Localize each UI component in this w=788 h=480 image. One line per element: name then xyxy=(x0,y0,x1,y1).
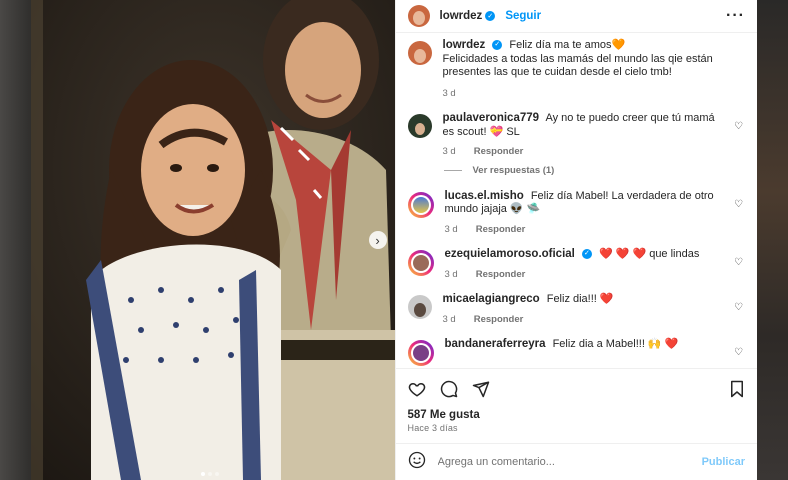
caption-meta: 3 d xyxy=(443,87,728,101)
comment-meta: 3 d Responder xyxy=(443,145,728,159)
comment-icon[interactable] xyxy=(440,380,458,398)
comment-item: bandaneraferreyra Feliz dia a Mabel!!! 🙌… xyxy=(407,338,746,366)
comment-username[interactable]: ezequielamoroso.oficial xyxy=(445,248,575,260)
carousel-dot xyxy=(208,472,212,476)
reply-button[interactable]: Responder xyxy=(476,268,526,282)
post-photo-image xyxy=(31,0,395,480)
posted-ago: Hace 3 días xyxy=(407,423,458,433)
caption-line-2: Felicidades a todas las mamás del mundo … xyxy=(442,52,713,79)
background-right xyxy=(756,0,788,480)
view-replies-button[interactable]: Ver respuestas (1) xyxy=(443,164,746,176)
author-avatar[interactable] xyxy=(407,41,432,65)
verified-icon: ✓ xyxy=(492,40,503,51)
post-modal: › lowrdez ✓ Seguir ··· lowrdez ✓ Feliz d… xyxy=(31,0,757,480)
caption-line-1: Feliz día ma te amos🧡 xyxy=(509,39,626,51)
replies-divider xyxy=(443,169,462,171)
carousel-indicator xyxy=(201,472,219,476)
caption-time: 3 d xyxy=(442,87,456,99)
caption: lowrdez ✓ Feliz día ma te amos🧡 Felicidad… xyxy=(407,39,746,100)
post-header: lowrdez ✓ Seguir ··· xyxy=(395,0,757,33)
comment-item: lucas.el.misho Feliz día Mabel! La verda… xyxy=(407,190,746,237)
author-username[interactable]: lowrdez xyxy=(440,10,483,22)
comment-body: bandaneraferreyra Feliz dia a Mabel!!! 🙌… xyxy=(445,338,746,352)
comment-like-heart-icon[interactable]: ♡ xyxy=(734,257,743,268)
comment-input[interactable] xyxy=(435,455,702,469)
comment-like-heart-icon[interactable]: ♡ xyxy=(734,199,743,210)
comment-text: Feliz dia!!! ❤️ xyxy=(546,293,614,305)
avatar[interactable] xyxy=(407,114,432,138)
comments-list[interactable]: lowrdez ✓ Feliz día ma te amos🧡 Felicidad… xyxy=(396,33,758,368)
comment-time: 3 d xyxy=(444,268,458,280)
reply-button[interactable]: Responder xyxy=(474,145,524,159)
action-bar xyxy=(395,368,757,409)
post-sidebar: lowrdez ✓ Seguir ··· lowrdez ✓ Feliz día … xyxy=(394,0,758,480)
comment-body: lucas.el.misho Feliz día Mabel! La verda… xyxy=(445,190,746,237)
likes-count[interactable]: 587 Me gusta xyxy=(396,409,758,421)
comment-body: ezequielamoroso.oficial ✓ ❤️ ❤️ ❤️ que li… xyxy=(445,248,746,281)
add-comment-bar: Publicar xyxy=(395,443,757,480)
caption-username[interactable]: lowrdez xyxy=(443,39,486,51)
carousel-dot xyxy=(215,472,219,476)
carousel-dot xyxy=(201,472,205,476)
comment-username[interactable]: micaelagiangreco xyxy=(443,293,540,305)
emoji-icon[interactable] xyxy=(408,451,426,474)
share-icon[interactable] xyxy=(472,380,490,398)
more-icon[interactable]: ··· xyxy=(726,7,745,25)
comment-time: 3 d xyxy=(442,313,456,325)
comment-meta: 3 d Responder xyxy=(443,313,728,327)
caption-body: lowrdez ✓ Feliz día ma te amos🧡 Felicidad… xyxy=(443,39,746,100)
comment-like-heart-icon[interactable]: ♡ xyxy=(734,347,743,358)
follow-button[interactable]: Seguir xyxy=(505,10,541,22)
comment-username[interactable]: bandaneraferreyra xyxy=(445,338,546,350)
avatar[interactable] xyxy=(407,250,434,276)
publish-button[interactable]: Publicar xyxy=(702,456,745,468)
comment-text: ❤️ ❤️ ❤️ que lindas xyxy=(598,248,700,260)
comment-body: paulaveronica779 Ay no te puedo creer qu… xyxy=(443,112,746,159)
verified-icon: ✓ xyxy=(485,11,496,21)
avatar[interactable] xyxy=(407,340,434,366)
comment-like-heart-icon[interactable]: ♡ xyxy=(734,121,743,132)
comment-meta: 3 d Responder xyxy=(445,223,728,237)
comment-item: micaelagiangreco Feliz dia!!! ❤️ 3 d Res… xyxy=(407,293,746,326)
avatar[interactable] xyxy=(407,295,432,319)
comment-time: 3 d xyxy=(444,223,458,235)
comment-like-heart-icon[interactable]: ♡ xyxy=(734,302,743,313)
comment-item: paulaveronica779 Ay no te puedo creer qu… xyxy=(407,112,746,159)
comment-item: ezequielamoroso.oficial ✓ ❤️ ❤️ ❤️ que li… xyxy=(407,248,746,281)
comment-meta: 3 d Responder xyxy=(445,268,728,282)
verified-icon: ✓ xyxy=(581,249,592,260)
comment-text: Feliz dia a Mabel!!! 🙌 ❤️ xyxy=(552,338,679,350)
comment-username[interactable]: lucas.el.misho xyxy=(445,190,524,202)
avatar[interactable] xyxy=(407,191,434,218)
author-avatar[interactable] xyxy=(407,5,430,27)
bookmark-icon[interactable] xyxy=(729,380,745,398)
view-replies-label: Ver respuestas (1) xyxy=(472,164,555,176)
comment-time: 3 d xyxy=(442,146,456,157)
comment-username[interactable]: paulaveronica779 xyxy=(443,112,540,124)
reply-button[interactable]: Responder xyxy=(476,223,526,237)
comment-body: micaelagiangreco Feliz dia!!! ❤️ 3 d Res… xyxy=(443,293,746,326)
heart-icon[interactable] xyxy=(408,380,426,398)
reply-button[interactable]: Responder xyxy=(474,313,524,327)
post-photo[interactable]: › xyxy=(31,0,395,480)
chevron-right-icon[interactable]: › xyxy=(368,231,387,249)
